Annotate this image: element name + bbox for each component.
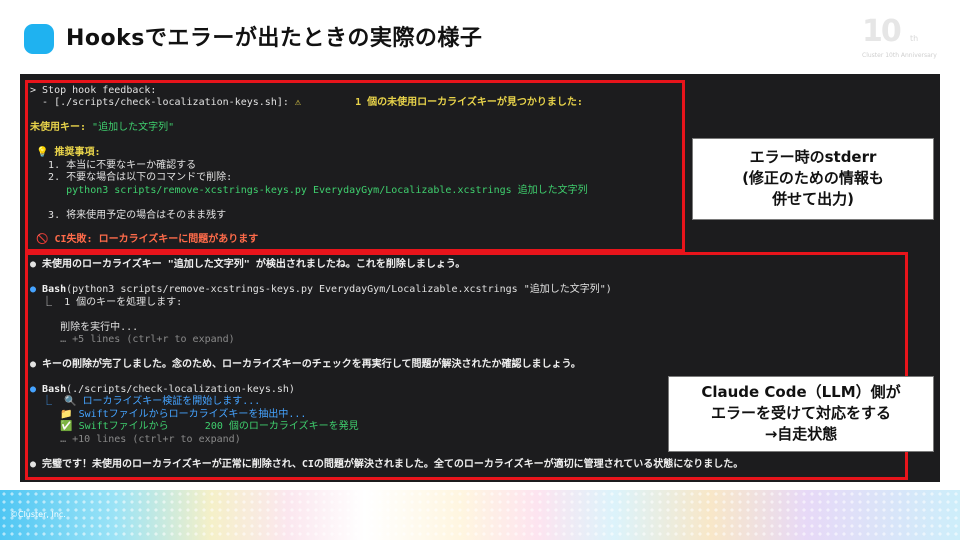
claude-callout-line1: Claude Code（LLM）側が <box>701 383 901 401</box>
claude-callout-line2: エラーを受けて対応をする <box>710 404 891 422</box>
stderr-callout: エラー時のstderr (修正のための情報も 併せて出力) <box>692 138 934 220</box>
anniversary-number: 10 <box>862 14 902 49</box>
anniversary-logo: 10 th Cluster 10th Anniversary <box>862 14 944 60</box>
anniversary-suffix: th <box>910 34 919 43</box>
footer-dot-pattern <box>0 490 960 540</box>
claude-callout-line3: →自走状態 <box>764 425 838 443</box>
copyright: ©Cluster, Inc. <box>10 510 66 519</box>
stderr-callout-line1: エラー時のstderr <box>749 148 877 166</box>
stderr-callout-line2: (修正のための情報も <box>742 169 884 187</box>
claude-callout: Claude Code（LLM）側が エラーを受けて対応をする →自走状態 <box>668 376 934 452</box>
stderr-highlight-box <box>25 80 685 252</box>
title-bullet-icon <box>24 24 54 54</box>
stderr-callout-line3: 併せて出力) <box>772 190 854 208</box>
footer-decoration <box>0 490 960 540</box>
terminal-screenshot: > Stop hook feedback: - [./scripts/check… <box>20 74 940 482</box>
anniversary-caption: Cluster 10th Anniversary <box>862 52 937 59</box>
slide-title: Hooksでエラーが出たときの実際の様子 <box>66 26 483 51</box>
